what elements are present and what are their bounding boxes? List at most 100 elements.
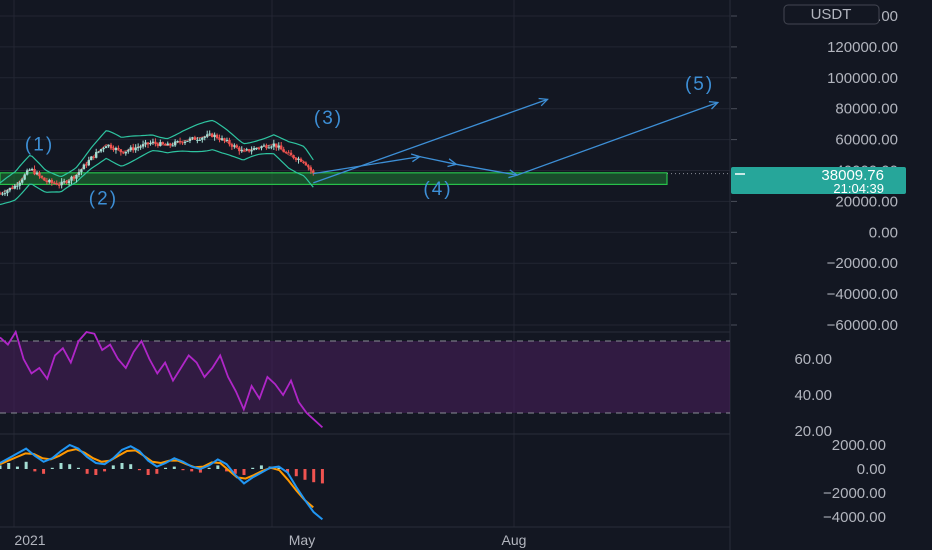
wave-label: (2) [89,188,118,209]
macd-histogram-bar [24,461,28,469]
candle-body [18,182,21,186]
macd-histogram-bar [33,469,37,472]
candle-body [161,142,165,145]
macd-histogram-bar [42,469,46,474]
candle-body [8,187,12,191]
candle-body [45,180,49,182]
trading-chart[interactable]: (1)(2)(3)(4)(5) 140000.00120000.00100000… [0,0,932,550]
candle-body [196,139,199,141]
candle-body [1,193,4,195]
candle-body [53,182,56,184]
date-tick-label: Aug [502,532,527,548]
candle-body [225,139,229,141]
candle-body [250,150,253,152]
macd-histogram-bar [129,464,133,469]
candle-body [35,172,39,175]
candle-body [60,181,63,186]
candle-body [188,138,192,141]
candle-body [252,148,256,151]
candle-body [90,156,93,161]
macd-histogram-bar [294,469,298,477]
candle-body [134,147,137,151]
price-tick-label: 120000.00 [827,39,898,56]
macd-tick-label: 0.00 [857,461,886,478]
currency-badge[interactable]: USDT [783,4,880,25]
candle-body [206,134,209,137]
wave-label: (5) [685,74,714,95]
macd-histogram-bar [94,469,98,475]
candle-body [104,146,108,149]
candle-body [282,149,285,153]
candle-body [223,138,226,141]
candle-body [30,169,34,171]
price-tick-label: 80000.00 [835,101,898,118]
macd-histogram-bar [320,469,324,484]
macd-histogram-bar [190,469,194,472]
candle-body [292,155,295,159]
macd-histogram-bar [155,469,159,474]
candle-body [139,146,142,148]
macd-tick-label: −4000.00 [823,509,886,526]
price-tick-label: −40000.00 [827,286,898,303]
macd-histogram-bar [111,465,115,469]
candle-body [11,187,14,189]
macd-histogram-bar [312,469,316,483]
candle-body [58,184,61,186]
candle-body [21,179,24,183]
macd-histogram-bar [120,463,124,469]
macd-histogram-bar [7,463,11,469]
candle-body [149,142,152,145]
macd-histogram-bar [303,469,307,480]
candle-body [82,164,86,170]
candle-body [284,152,288,154]
candle-body [203,136,206,138]
wave-label: (1) [25,134,54,155]
candle-body [178,141,182,143]
currency-label: USDT [811,6,852,23]
macd-histogram-bar [103,469,107,472]
candle-body [186,140,189,142]
macd-histogram-bar [85,469,89,474]
macd-histogram-bar [137,469,141,471]
candle-body [191,137,194,139]
rsi-band [0,341,730,413]
price-tick-label: 60000.00 [835,132,898,149]
candle-body [33,169,36,175]
candle-body [183,141,187,144]
macd-histogram-bar [164,467,168,469]
price-tick-label: 100000.00 [827,70,898,87]
macd-histogram-bar [259,465,263,469]
candle-body [80,169,83,173]
price-tick-label: −20000.00 [827,255,898,272]
candle-body [0,193,2,195]
candle-body [193,137,197,140]
candle-body [289,152,293,156]
candle-body [230,144,234,147]
candle-body [277,145,280,148]
candle-body [95,152,98,158]
candle-body [23,174,26,180]
candle-body [247,149,251,152]
candle-body [166,143,169,146]
macd-histogram-bar [242,469,246,475]
candle-body [97,151,100,153]
candle-body [173,141,177,146]
date-tick-label: May [289,532,315,548]
candle-body [215,134,219,139]
candle-body [312,170,315,173]
support-zone[interactable] [0,172,668,186]
candle-body [85,164,88,166]
candle-body [122,152,125,154]
candle-body [176,141,179,143]
candle-body [141,144,145,147]
candle-body [13,185,17,189]
candle-body [294,158,298,160]
candle-body [62,181,66,183]
last-price-badge[interactable]: 38009.76 21:04:39 [731,167,906,196]
date-tick-label: 2021 [14,532,45,548]
candle-body [171,145,174,147]
candle-body [50,179,54,183]
candle-body [309,167,313,171]
candle-body [198,139,202,141]
candle-body [3,193,7,195]
